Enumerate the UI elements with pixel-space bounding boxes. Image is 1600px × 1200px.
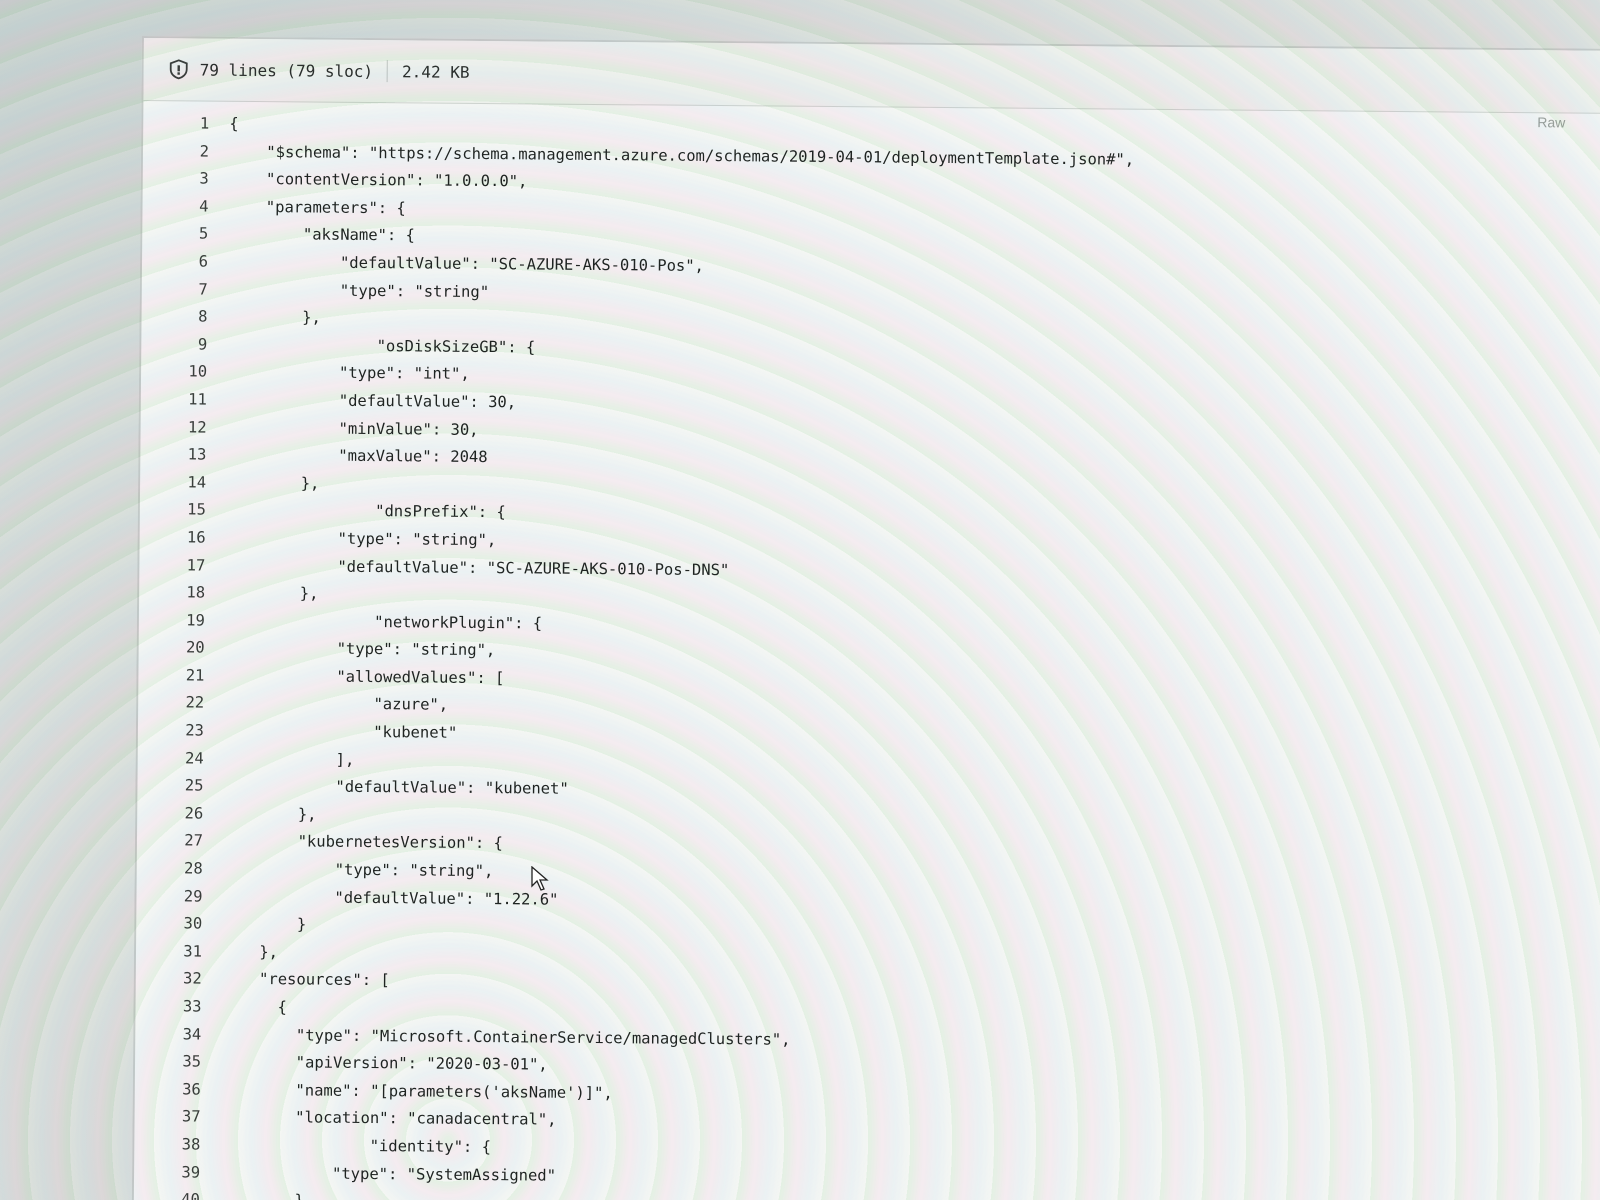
- line-number[interactable]: 25: [137, 772, 223, 800]
- line-number[interactable]: 2: [143, 138, 229, 166]
- line-number[interactable]: 38: [134, 1131, 220, 1159]
- line-number[interactable]: 33: [135, 993, 221, 1021]
- line-count-label: 79 lines (79 sloc): [199, 60, 374, 81]
- line-number[interactable]: 39: [134, 1159, 220, 1187]
- line-number[interactable]: 32: [136, 965, 222, 993]
- line-number[interactable]: 12: [140, 414, 226, 442]
- file-size-label: 2.42 KB: [402, 61, 470, 82]
- line-number[interactable]: 4: [142, 193, 228, 221]
- line-number[interactable]: 15: [140, 496, 226, 524]
- line-number[interactable]: 26: [137, 800, 223, 828]
- line-number[interactable]: 21: [138, 662, 224, 690]
- line-number[interactable]: 20: [139, 634, 225, 662]
- line-number[interactable]: 10: [141, 358, 227, 386]
- line-number[interactable]: 27: [137, 827, 223, 855]
- line-number[interactable]: 8: [141, 303, 227, 331]
- photo-background: 79 lines (79 sloc) 2.42 KB Raw 1{2 "$sch…: [0, 0, 1600, 1200]
- line-number[interactable]: 22: [138, 689, 224, 717]
- code-viewer-panel: 79 lines (79 sloc) 2.42 KB Raw 1{2 "$sch…: [131, 36, 1600, 1200]
- line-number[interactable]: 9: [141, 331, 227, 359]
- line-number[interactable]: 14: [140, 469, 226, 497]
- line-number[interactable]: 29: [136, 883, 222, 911]
- mouse-cursor-icon: [531, 866, 549, 891]
- header-divider: [386, 60, 389, 83]
- line-number[interactable]: 18: [139, 579, 225, 607]
- line-number[interactable]: 37: [134, 1103, 220, 1131]
- line-number[interactable]: 17: [139, 551, 225, 579]
- line-number[interactable]: 30: [136, 910, 222, 938]
- line-number[interactable]: 34: [135, 1021, 221, 1049]
- line-number[interactable]: 40: [134, 1186, 220, 1200]
- line-number[interactable]: 35: [135, 1048, 221, 1076]
- line-number[interactable]: 13: [140, 441, 226, 469]
- line-number[interactable]: 11: [141, 386, 227, 414]
- line-number[interactable]: 6: [142, 248, 228, 276]
- line-number[interactable]: 3: [143, 165, 229, 193]
- line-number[interactable]: 23: [138, 717, 224, 745]
- line-number[interactable]: 36: [135, 1076, 221, 1104]
- line-number[interactable]: 7: [142, 276, 228, 304]
- line-number[interactable]: 1: [143, 110, 229, 138]
- line-number[interactable]: 31: [136, 938, 222, 966]
- line-number[interactable]: 16: [140, 524, 226, 552]
- code-block: 1{2 "$schema": "https://schema.managemen…: [134, 110, 1600, 1200]
- line-number[interactable]: 5: [142, 220, 228, 248]
- line-number[interactable]: 19: [139, 607, 225, 635]
- line-number[interactable]: 24: [138, 745, 224, 773]
- shield-icon: [168, 58, 190, 80]
- line-number[interactable]: 28: [137, 855, 223, 883]
- file-info-bar: 79 lines (79 sloc) 2.42 KB: [143, 38, 1600, 115]
